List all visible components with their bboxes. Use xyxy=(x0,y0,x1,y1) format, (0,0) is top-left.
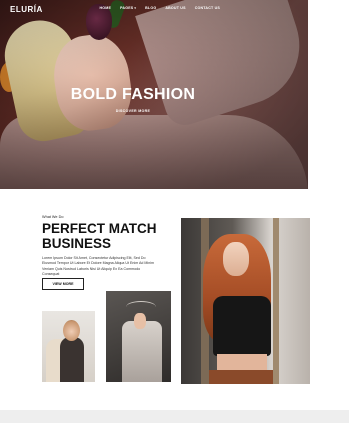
nav-pages-label: PAGES xyxy=(120,6,134,10)
photo-model-pants xyxy=(209,370,273,384)
nav-blog[interactable]: BLOG xyxy=(145,6,156,10)
view-more-button[interactable]: VIEW MORE xyxy=(42,278,84,290)
site-logo[interactable]: ELURÍA xyxy=(10,5,43,14)
photo-hanger xyxy=(126,301,156,313)
hero-banner: ELURÍA HOME PAGES▾ BLOG ABOUT US CONTACT… xyxy=(0,0,308,189)
photo-hand xyxy=(134,313,146,329)
fashion-photo-coat xyxy=(42,311,95,382)
fashion-photo-model xyxy=(181,218,310,384)
section-description: Lorem Ipsum Dolor Sit Amet, Consectetur … xyxy=(42,256,154,277)
nav-contact-us[interactable]: CONTACT US xyxy=(195,6,220,10)
photo-model-top xyxy=(213,296,271,356)
nav-home[interactable]: HOME xyxy=(100,6,112,10)
nav-pages[interactable]: PAGES▾ xyxy=(120,6,136,10)
photo-head xyxy=(63,320,80,341)
nav-about-us[interactable]: ABOUT US xyxy=(165,6,185,10)
discover-more-link[interactable]: DISCOVER MORE xyxy=(0,109,266,113)
photo-jacket xyxy=(122,321,162,382)
section-kicker: What We Do xyxy=(42,215,64,219)
chevron-down-icon: ▾ xyxy=(134,6,137,10)
footer-strip xyxy=(0,410,349,423)
main-nav: HOME PAGES▾ BLOG ABOUT US CONTACT US xyxy=(100,6,221,10)
fashion-photo-jacket xyxy=(106,291,171,382)
section-title: PERFECT MATCH BUSINESS xyxy=(42,221,157,251)
photo-model-face xyxy=(223,242,249,276)
page: ELURÍA HOME PAGES▾ BLOG ABOUT US CONTACT… xyxy=(0,0,349,423)
hero-title: BOLD FASHION xyxy=(70,86,196,103)
photo-body xyxy=(60,337,84,382)
photo-wood-beam-right xyxy=(273,218,279,384)
